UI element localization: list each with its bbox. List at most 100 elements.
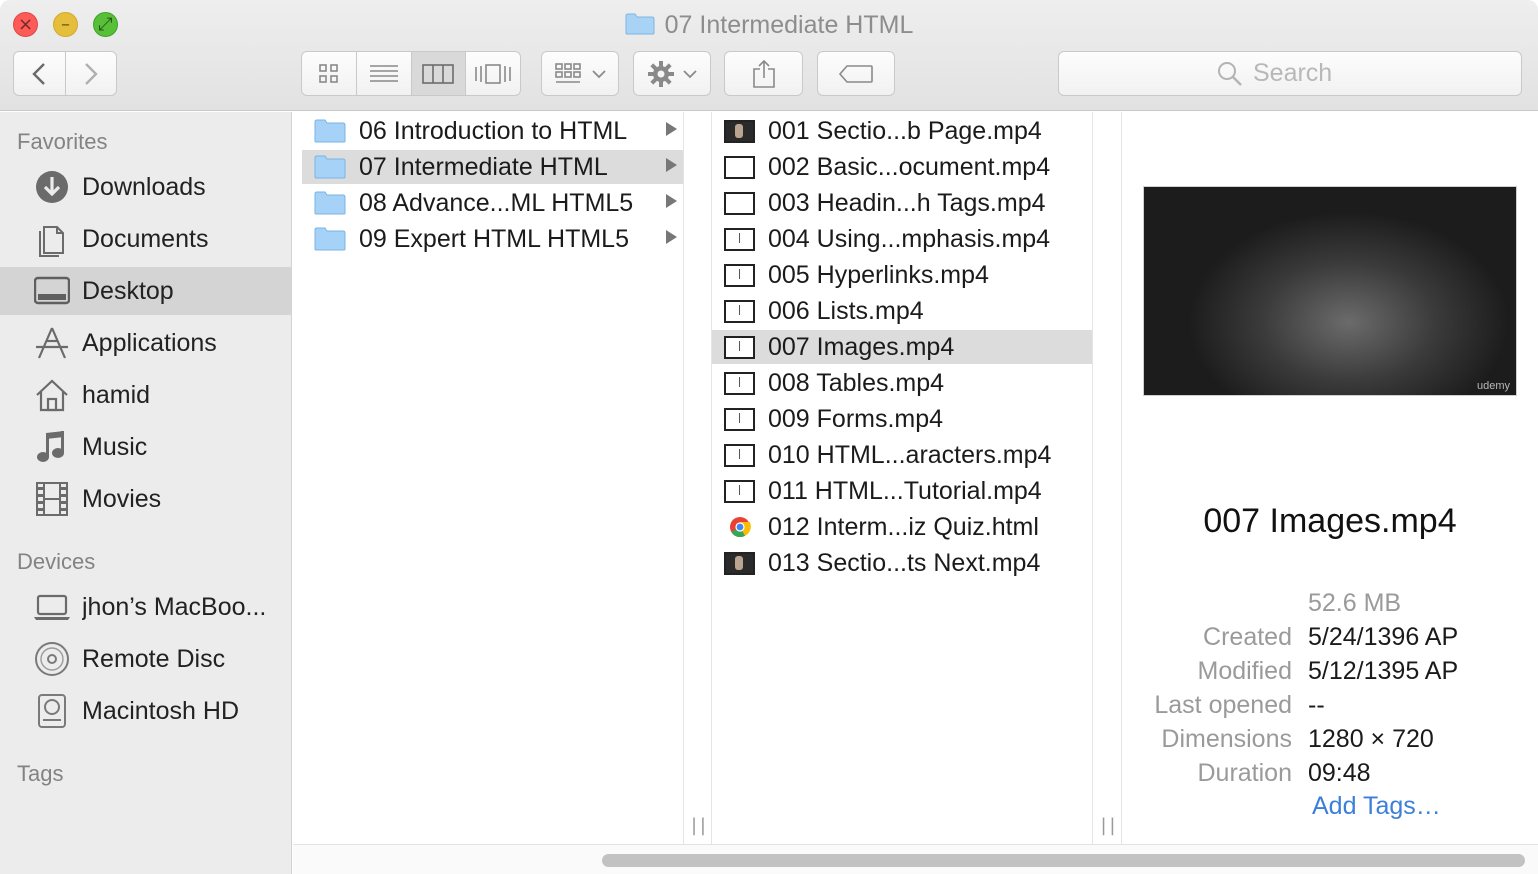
music-icon — [33, 428, 71, 466]
file-row[interactable]: 012 Interm...iz Quiz.html — [712, 510, 1092, 544]
file-row[interactable]: 011 HTML...Tutorial.mp4 — [712, 474, 1092, 508]
meta-label: Modified — [1197, 657, 1293, 685]
file-size: 52.6 MB — [1308, 589, 1402, 617]
folder-row[interactable]: 08 Advance...ML HTML5 — [302, 186, 683, 220]
folder-row[interactable]: 06 Introduction to HTML — [302, 114, 683, 148]
video-thumbnail-icon — [724, 479, 755, 503]
file-name: 001 Sectio...b Page.mp4 — [768, 116, 1042, 145]
disclosure-arrow-icon — [666, 230, 677, 244]
arrange-button[interactable] — [541, 51, 619, 96]
file-name: 003 Headin...h Tags.mp4 — [768, 188, 1046, 217]
file-row[interactable]: 009 Forms.mp4 — [712, 402, 1092, 436]
preview-modified-row: Modified 5/12/1395 AP — [1122, 654, 1538, 688]
file-name: 011 HTML...Tutorial.mp4 — [768, 476, 1042, 505]
search-input[interactable] — [1253, 59, 1363, 88]
navigation-buttons — [13, 51, 117, 96]
video-thumbnail-icon — [724, 407, 755, 431]
sidebar-item-desktop[interactable]: Desktop — [0, 267, 292, 315]
folder-icon — [314, 155, 346, 179]
icon-view-icon — [319, 63, 338, 83]
preview-created-row: Created 5/24/1396 AP — [1122, 620, 1538, 654]
file-row[interactable]: 001 Sectio...b Page.mp4 — [712, 114, 1092, 148]
sidebar-item-documents[interactable]: Documents — [0, 215, 292, 263]
sidebar-heading-devices: Devices — [17, 549, 96, 574]
horizontal-scrollbar[interactable] — [293, 844, 1538, 874]
add-tags-link[interactable]: Add Tags… — [1312, 792, 1441, 821]
sidebar-item-label: Macintosh HD — [82, 696, 239, 725]
sidebar-item-applications[interactable]: Applications — [0, 319, 292, 367]
preview-size-row: 52.6 MB — [1122, 586, 1538, 620]
share-icon — [752, 59, 775, 88]
file-row[interactable]: 004 Using...mphasis.mp4 — [712, 222, 1092, 256]
folder-row[interactable]: 07 Intermediate HTML — [302, 150, 683, 184]
sidebar-item-label: Documents — [82, 224, 209, 253]
folder-column: 06 Introduction to HTML 07 Intermediate … — [302, 112, 683, 844]
column-resize-handle[interactable]: || — [1092, 112, 1122, 844]
sidebar-item-label: Movies — [82, 484, 162, 513]
file-name: 005 Hyperlinks.mp4 — [768, 260, 989, 289]
folder-name: 08 Advance...ML HTML5 — [359, 188, 634, 217]
file-name: 009 Forms.mp4 — [768, 404, 944, 433]
back-button[interactable] — [14, 52, 65, 95]
sidebar-item-macintosh-hd[interactable]: Macintosh HD — [0, 687, 292, 735]
sidebar-item-remote-disc[interactable]: Remote Disc — [0, 635, 292, 683]
file-row[interactable]: 008 Tables.mp4 — [712, 366, 1092, 400]
sidebar-item-label: Applications — [82, 328, 217, 357]
preview-duration-row: Duration 09:48 — [1122, 756, 1538, 790]
column-resize-handle[interactable]: || — [683, 112, 712, 844]
file-row[interactable]: 003 Headin...h Tags.mp4 — [712, 186, 1092, 220]
column-view-button[interactable] — [410, 52, 466, 95]
cover-flow-button[interactable] — [465, 52, 520, 95]
search-field[interactable] — [1058, 51, 1522, 96]
file-row[interactable]: 010 HTML...aracters.mp4 — [712, 438, 1092, 472]
desktop-icon — [33, 272, 71, 310]
file-row[interactable]: 005 Hyperlinks.mp4 — [712, 258, 1092, 292]
file-name: 013 Sectio...ts Next.mp4 — [768, 548, 1041, 577]
file-column: 001 Sectio...b Page.mp4 002 Basic...ocume… — [712, 112, 1092, 844]
scrollbar-thumb[interactable] — [602, 854, 1525, 867]
file-row[interactable]: 007 Images.mp4 — [712, 330, 1092, 364]
column-grip-icon: || — [1098, 815, 1118, 836]
meta-label: Created — [1203, 623, 1292, 651]
share-button[interactable] — [724, 51, 803, 96]
folder-name: 06 Introduction to HTML — [359, 116, 628, 145]
action-menu-button[interactable] — [633, 51, 711, 96]
chrome-html-file-icon — [724, 516, 755, 539]
sidebar-item-movies[interactable]: Movies — [0, 475, 292, 523]
file-row[interactable]: 006 Lists.mp4 — [712, 294, 1092, 328]
arrange-icon — [555, 62, 581, 83]
video-thumbnail-icon — [724, 119, 755, 143]
folder-row[interactable]: 09 Expert HTML HTML5 — [302, 222, 683, 256]
column-view-icon — [422, 63, 455, 84]
forward-button[interactable] — [64, 52, 116, 95]
file-name: 004 Using...mphasis.mp4 — [768, 224, 1051, 253]
file-name: 010 HTML...aracters.mp4 — [768, 440, 1052, 469]
sidebar-item-label: Downloads — [82, 172, 206, 201]
disc-icon — [33, 640, 71, 678]
folder-name: 07 Intermediate HTML — [359, 152, 608, 181]
file-name: 007 Images.mp4 — [768, 332, 955, 361]
file-name: 012 Interm...iz Quiz.html — [768, 512, 1039, 541]
icon-view-button[interactable] — [302, 52, 356, 95]
chevron-right-icon — [85, 62, 98, 85]
file-row[interactable]: 013 Sectio...ts Next.mp4 — [712, 546, 1092, 580]
preview-pane: udemy 007 Images.mp4 52.6 MB Created 5/2… — [1122, 112, 1538, 844]
chevron-left-icon — [32, 62, 46, 85]
sidebar: Favorites Downloads Documents Desktop Ap… — [0, 112, 292, 874]
video-thumbnail-icon — [724, 335, 755, 359]
video-preview-thumbnail[interactable]: udemy — [1143, 186, 1517, 396]
video-thumbnail-icon — [724, 191, 755, 215]
edit-tags-button[interactable] — [817, 51, 895, 96]
file-row[interactable]: 002 Basic...ocument.mp4 — [712, 150, 1092, 184]
sidebar-item-downloads[interactable]: Downloads — [0, 163, 292, 211]
folder-name: 09 Expert HTML HTML5 — [359, 224, 629, 253]
video-thumbnail-icon — [724, 227, 755, 251]
sidebar-item-macbook[interactable]: jhon’s MacBoo... — [0, 583, 292, 631]
list-view-button[interactable] — [355, 52, 411, 95]
window-title-text: 07 Intermediate HTML — [664, 11, 914, 39]
meta-label: Dimensions — [1161, 725, 1292, 753]
downloads-icon — [33, 168, 71, 206]
cover-flow-icon — [475, 63, 511, 84]
sidebar-item-music[interactable]: Music — [0, 423, 292, 471]
sidebar-item-home[interactable]: hamid — [0, 371, 292, 419]
